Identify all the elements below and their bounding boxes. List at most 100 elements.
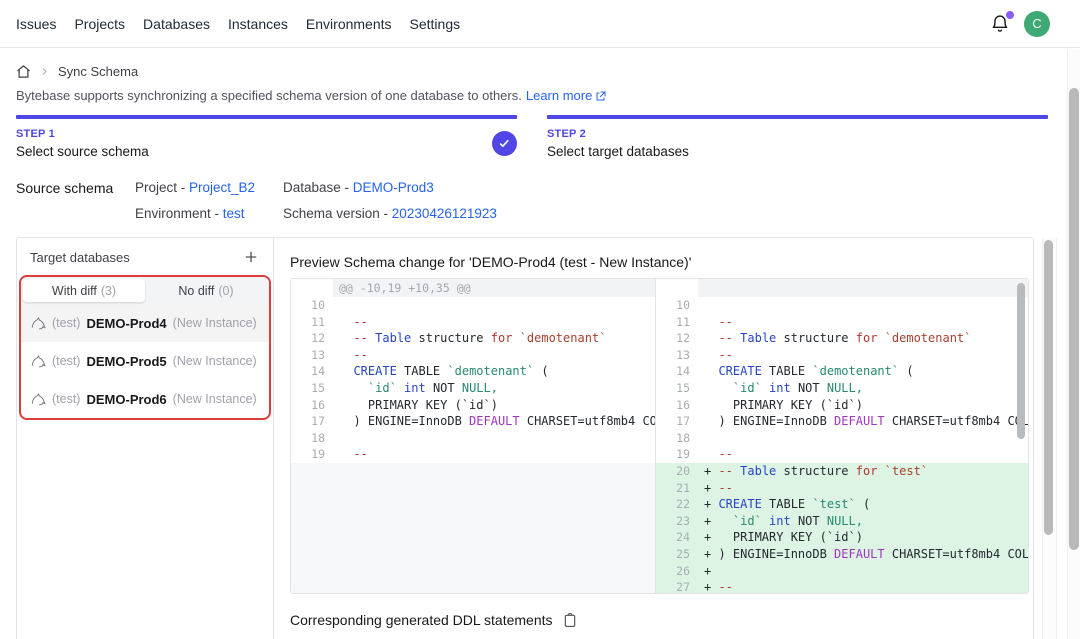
mysql-icon <box>31 317 46 330</box>
tab-label: No diff <box>178 284 214 298</box>
diff-line: 14 CREATE TABLE `demotenant` ( <box>656 363 1028 380</box>
diff-hunk-header: @@ -10,19 +10,35 @@ <box>291 279 655 297</box>
learn-more-link[interactable]: Learn more <box>526 88 607 103</box>
source-field-name: Database - <box>283 180 353 195</box>
diff-line: 24+ PRIMARY KEY (`id`) <box>656 529 1028 546</box>
source-field-name: Schema version - <box>283 206 392 221</box>
source-field: Schema version - 20230426121923 <box>283 206 497 221</box>
nav-item-projects[interactable]: Projects <box>74 16 125 32</box>
source-field: Database - DEMO-Prod3 <box>283 180 497 195</box>
nav-item-environments[interactable]: Environments <box>306 16 392 32</box>
db-name: DEMO-Prod4 <box>86 316 166 331</box>
diff-line: 12 -- Table structure for `demotenant` <box>291 330 655 347</box>
step-indicator: STEP 1 Select source schema STEP 2 Selec… <box>16 115 1048 159</box>
avatar[interactable]: C <box>1024 11 1050 37</box>
diff-line: 18 <box>656 430 1028 447</box>
breadcrumb-current: Sync Schema <box>58 64 138 79</box>
breadcrumb: Sync Schema <box>16 64 138 79</box>
source-field-name: Environment - <box>135 206 223 221</box>
sync-schema-page: Issues Projects Databases Instances Environm… <box>0 0 1080 639</box>
nav-item-issues[interactable]: Issues <box>16 16 56 32</box>
target-databases-panel: Target databases With diff(3) No diff (0) … <box>17 238 274 639</box>
target-databases-title: Target databases <box>30 250 130 265</box>
diff-line: 16 PRIMARY KEY (`id`) <box>291 397 655 414</box>
db-suffix: (New Instance) <box>173 354 257 368</box>
source-field-name: Project - <box>135 180 189 195</box>
preview-section: Preview Schema change for 'DEMO-Prod4 (t… <box>274 238 1033 639</box>
page-scrollbar[interactable] <box>1069 88 1079 550</box>
db-name: DEMO-Prod6 <box>86 392 166 407</box>
main-nav: Issues Projects Databases Instances Environm… <box>16 16 460 32</box>
tab-count: (0) <box>218 284 233 298</box>
diff-line: 12 -- Table structure for `demotenant` <box>656 330 1028 347</box>
main-panel: Target databases With diff(3) No diff (0) … <box>16 237 1034 639</box>
target-database-item[interactable]: (test) DEMO-Prod6 (New Instance) <box>21 380 269 418</box>
diff-line: 25+ ) ENGINE=InnoDB DEFAULT CHARSET=utf8… <box>656 546 1028 563</box>
nav-item-instances[interactable]: Instances <box>228 16 288 32</box>
clipboard-icon <box>563 612 577 628</box>
step-2-label: STEP 2 <box>547 128 689 140</box>
content-scrollbar[interactable] <box>1044 240 1053 535</box>
source-schema-label: Source schema <box>16 180 113 196</box>
nav-item-databases[interactable]: Databases <box>143 16 210 32</box>
step-1-title: Select source schema <box>16 144 149 159</box>
db-environment: (test) <box>52 392 80 406</box>
source-field: Environment - test <box>135 206 283 221</box>
tab-with-diff[interactable]: With diff(3) <box>23 279 145 302</box>
schema-diff-viewer: @@ -10,19 +10,35 @@10 11 --12 -- Table s… <box>290 278 1029 594</box>
source-field-value-link[interactable]: DEMO-Prod3 <box>353 180 434 195</box>
source-field: Project - Project_B2 <box>135 180 283 195</box>
diff-line: 16 PRIMARY KEY (`id`) <box>656 397 1028 414</box>
diff-line: 21+ -- <box>656 480 1028 497</box>
target-databases-highlight-box: With diff(3) No diff (0) (test) DEMO-Prod4 (… <box>19 275 271 420</box>
diff-line: 27+ -- <box>656 579 1028 593</box>
source-field-value-link[interactable]: test <box>223 206 245 221</box>
notification-bell-icon[interactable] <box>990 14 1010 34</box>
diff-line: 15 `id` int NOT NULL, <box>656 380 1028 397</box>
diff-line: 26+ <box>656 563 1028 580</box>
diff-line: 19 -- <box>291 446 655 463</box>
add-target-database-button[interactable] <box>242 248 260 266</box>
diff-line: 20+ -- Table structure for `test` <box>656 463 1028 480</box>
ddl-statements-title: Corresponding generated DDL statements <box>290 612 577 628</box>
home-icon[interactable] <box>16 64 31 79</box>
db-environment: (test) <box>52 354 80 368</box>
diff-line: 17 ) ENGINE=InnoDB DEFAULT CHARSET=utf8m… <box>656 413 1028 430</box>
diff-line: 11 -- <box>656 314 1028 331</box>
diff-line: 18 <box>291 430 655 447</box>
diff-line: 10 <box>291 297 655 314</box>
mysql-icon <box>31 355 46 368</box>
external-link-icon <box>595 90 607 102</box>
source-field-value-link[interactable]: Project_B2 <box>189 180 255 195</box>
step-1: STEP 1 Select source schema <box>16 115 517 159</box>
db-suffix: (New Instance) <box>173 392 257 406</box>
intro-description: Bytebase supports synchronizing a specif… <box>16 88 522 103</box>
source-field-value-link[interactable]: 20230426121923 <box>392 206 497 221</box>
diff-pane-new: 10 11 --12 -- Table structure for `demot… <box>655 279 1028 593</box>
step-2-title: Select target databases <box>547 144 689 159</box>
diff-scrollbar[interactable] <box>1017 283 1025 439</box>
nav-right: C <box>990 11 1064 37</box>
mysql-icon <box>31 393 46 406</box>
db-environment: (test) <box>52 316 80 330</box>
step-1-check-icon <box>492 131 517 156</box>
diff-line: 17 ) ENGINE=InnoDB DEFAULT CHARSET=utf8m… <box>291 413 655 430</box>
step-2: STEP 2 Select target databases <box>547 115 1048 159</box>
diff-line: 13 -- <box>656 347 1028 364</box>
top-nav: Issues Projects Databases Instances Environm… <box>0 0 1080 48</box>
diff-line: 10 <box>656 297 1028 314</box>
diff-line: 13 -- <box>291 347 655 364</box>
target-database-item[interactable]: (test)DEMO-Prod5(New Instance) <box>21 342 269 380</box>
tab-no-diff[interactable]: No diff (0) <box>145 279 267 302</box>
nav-item-settings[interactable]: Settings <box>410 16 461 32</box>
step-1-label: STEP 1 <box>16 128 149 140</box>
step-2-bar <box>547 115 1048 119</box>
target-database-item[interactable]: (test)DEMO-Prod4(New Instance) <box>21 304 269 342</box>
copy-ddl-button[interactable] <box>563 612 577 628</box>
tab-count: (3) <box>101 284 116 298</box>
intro-text: Bytebase supports synchronizing a specif… <box>16 88 607 103</box>
diff-tabs: With diff(3) No diff (0) <box>21 277 269 304</box>
diff-pane-old: @@ -10,19 +10,35 @@10 11 --12 -- Table s… <box>291 279 655 593</box>
diff-line: 23+ `id` int NOT NULL, <box>656 513 1028 530</box>
target-database-list: (test)DEMO-Prod4(New Instance)(test)DEMO… <box>21 304 269 418</box>
